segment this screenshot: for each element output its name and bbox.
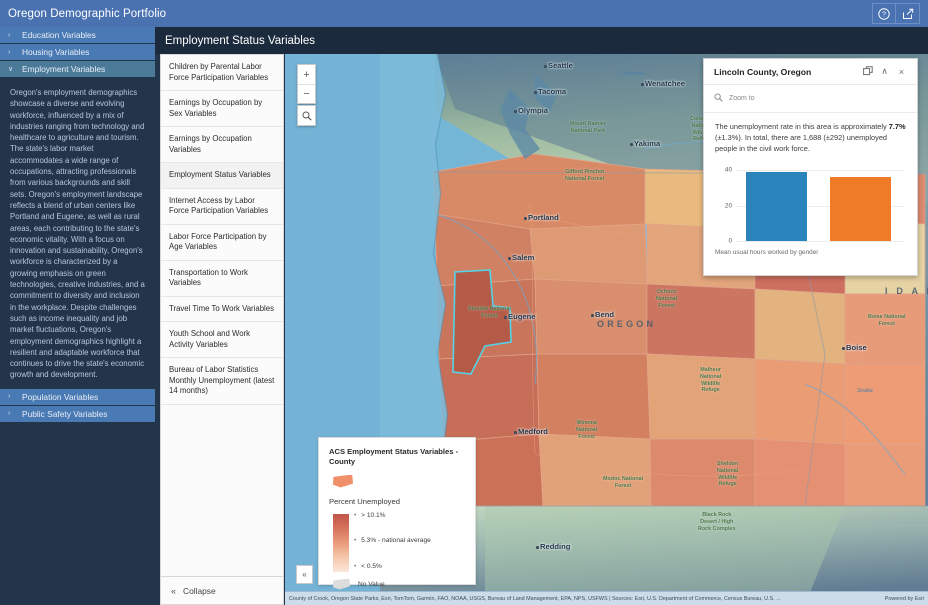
attribution-sources: County of Crook, Oregon State Parks, Esr… — [289, 595, 781, 602]
legend-label-mid: 5.3% - national average — [361, 536, 431, 544]
list-item[interactable]: Youth School and Work Activity Variables — [161, 322, 283, 359]
dock-window-icon — [862, 65, 873, 78]
legend-subtitle: Percent Unemployed — [329, 496, 400, 506]
legend-label-low: < 0.5% — [361, 562, 382, 570]
list-item[interactable]: Transportation to Work Variables — [161, 261, 283, 297]
zoom-out-button[interactable]: − — [298, 84, 315, 103]
legend-label-novalue: No Value — [358, 580, 385, 588]
chart-gridline — [736, 241, 904, 242]
legend-tick-icon: • — [354, 536, 357, 544]
sidebar-description: Oregon's employment demographics showcas… — [10, 88, 145, 380]
sidebar-item-label: Housing Variables — [22, 47, 90, 57]
list-item[interactable]: Labor Force Participation by Age Variabl… — [161, 225, 283, 261]
sidebar-item-population[interactable]: › Population Variables — [0, 388, 155, 406]
chevron-down-icon: ∨ — [8, 66, 14, 73]
popup-text-mid: (±1.3%). In total, there are 1,688 (±292… — [715, 133, 888, 154]
legend-row-high: • > 10.1% — [354, 512, 386, 519]
popup-header: Lincoln County, Oregon ∧ × — [704, 59, 917, 85]
feature-popup: Lincoln County, Oregon ∧ × Zoom to The u… — [703, 58, 918, 276]
list-item[interactable]: Earnings by Occupation by Sex Variables — [161, 91, 283, 128]
help-button[interactable]: ? — [872, 3, 896, 24]
popup-text-pre: The unemployment rate in this area is ap… — [715, 122, 889, 131]
legend-novalue-swatch — [333, 578, 350, 590]
svg-text:?: ? — [882, 11, 886, 18]
legend-label-high: > 10.1% — [361, 511, 386, 519]
chart-plot-area: 0 20 40 — [725, 163, 904, 245]
list-collapse-label: Collapse — [183, 585, 216, 596]
map-legend: ACS Employment Status Variables - County… — [318, 437, 476, 590]
popup-unemployment-rate: 7.7% — [888, 122, 906, 131]
share-button[interactable] — [896, 3, 920, 24]
chevron-double-left-icon: « — [171, 585, 177, 596]
chart-bar — [746, 171, 807, 241]
sidebar-item-label: Public Safety Variables — [22, 408, 108, 419]
legend-row-novalue: No Value — [333, 578, 385, 590]
variable-list[interactable]: Children by Parental Labor Force Partici… — [160, 54, 284, 577]
chevron-right-icon: › — [8, 410, 11, 418]
magnifier-icon — [714, 89, 723, 107]
popup-title: Lincoln County, Oregon — [714, 66, 812, 77]
list-collapse-button[interactable]: « Collapse — [160, 577, 284, 605]
popup-close-button[interactable]: × — [893, 63, 910, 80]
chart-bar — [830, 176, 891, 241]
sidebar-item-employment[interactable]: ∨ Employment Variables — [0, 61, 155, 78]
list-item[interactable]: Children by Parental Labor Force Partici… — [161, 55, 283, 92]
legend-color-ramp — [333, 513, 349, 572]
header-actions: ? — [872, 3, 920, 24]
map-panel-collapse-button[interactable]: « — [296, 565, 313, 584]
popup-description: The unemployment rate in this area is ap… — [704, 113, 917, 160]
page-title: Employment Status Variables — [165, 34, 315, 47]
popup-dock-button[interactable] — [859, 63, 876, 80]
sidebar-item-housing[interactable]: › Housing Variables — [0, 44, 155, 61]
map-search-control — [297, 105, 316, 126]
sidebar-item-education[interactable]: › Education Variables — [0, 27, 155, 44]
legend-layer-swatch — [333, 474, 353, 488]
help-circle-icon: ? — [878, 7, 890, 20]
legend-row-mid: • 5.3% - national average — [354, 537, 431, 544]
panel-header: Employment Status Variables — [155, 27, 928, 54]
app-root: Oregon Demographic Portfolio ? › Educati… — [0, 0, 928, 605]
legend-ramp-group: • > 10.1% • 5.3% - national average • < … — [329, 511, 465, 590]
chart-y-tick: 0 — [728, 237, 732, 245]
zoom-in-button[interactable]: + — [298, 65, 315, 84]
sidebar-item-label: Employment Variables — [22, 64, 106, 74]
legend-title: ACS Employment Status Variables - County — [329, 447, 459, 467]
sidebar: › Education Variables › Housing Variable… — [0, 27, 155, 605]
chevron-right-icon: › — [8, 31, 11, 39]
popup-zoom-to-label: Zoom to — [729, 94, 755, 102]
zoom-controls: + − — [297, 64, 316, 104]
popup-zoom-to-action[interactable]: Zoom to — [704, 85, 917, 113]
chart-caption: Mean usual hours worked by gender — [715, 249, 819, 256]
legend-row-low: • < 0.5% — [354, 563, 382, 570]
list-item[interactable]: Bureau of Labor Statistics Monthly Unemp… — [161, 358, 283, 405]
list-item[interactable]: Internet Access by Labor Force Participa… — [161, 189, 283, 225]
map-attribution: County of Crook, Oregon State Parks, Esr… — [285, 591, 928, 605]
chevron-right-icon: › — [8, 393, 11, 401]
list-item[interactable]: Employment Status Variables — [161, 163, 283, 189]
popup-collapse-button[interactable]: ∧ — [876, 63, 893, 80]
legend-tick-icon: • — [354, 562, 357, 570]
legend-tick-icon: • — [354, 511, 357, 519]
search-icon[interactable] — [298, 106, 315, 125]
sidebar-item-public-safety[interactable]: › Public Safety Variables — [0, 405, 155, 423]
app-title: Oregon Demographic Portfolio — [8, 7, 167, 20]
list-item[interactable]: Earnings by Occupation Variables — [161, 127, 283, 164]
chart-y-tick: 20 — [724, 202, 732, 210]
app-header: Oregon Demographic Portfolio ? — [0, 0, 928, 27]
popup-chart: 0 20 40 Mean usual hours worked by gender — [715, 159, 908, 269]
chevron-right-icon: › — [8, 48, 11, 56]
sidebar-filler — [0, 422, 155, 605]
chart-y-tick: 40 — [724, 166, 732, 174]
sidebar-item-label: Education Variables — [22, 30, 96, 40]
sidebar-item-label: Population Variables — [22, 391, 99, 402]
share-export-icon — [902, 8, 914, 20]
attribution-powered-by[interactable]: Powered by Esri — [885, 596, 924, 602]
list-item[interactable]: Travel Time To Work Variables — [161, 297, 283, 323]
